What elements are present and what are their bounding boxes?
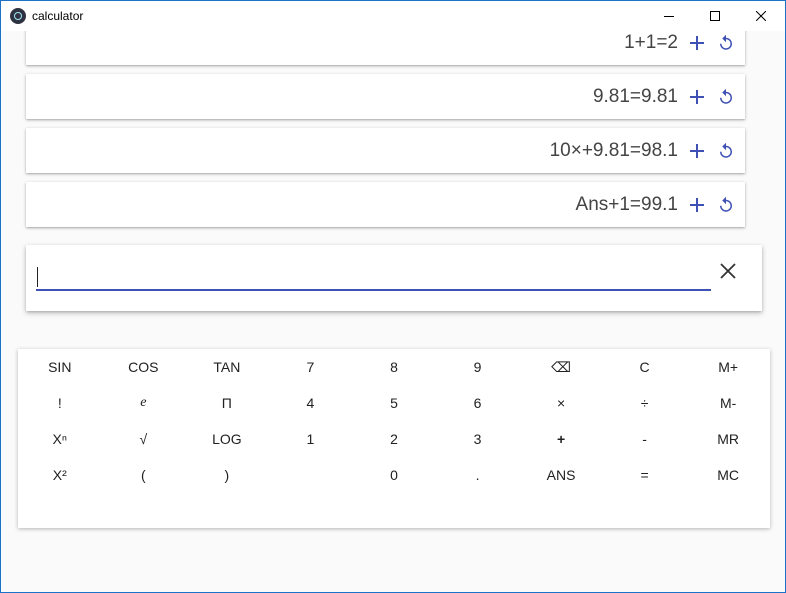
key-0[interactable]: 0: [352, 457, 436, 493]
keypad: SIN COS TAN 7 8 9 ⌫ C M+ ! e Π 4 5 6 × ÷…: [18, 349, 770, 528]
key-2[interactable]: 2: [352, 421, 436, 457]
history-item: 9.81=9.81: [26, 74, 745, 119]
expression-input[interactable]: [36, 261, 711, 291]
add-icon[interactable]: [686, 86, 708, 108]
key-ans[interactable]: ANS: [519, 457, 603, 493]
history-item: Ans+1=99.1: [26, 182, 745, 227]
key-decimal[interactable]: .: [436, 457, 520, 493]
key-square[interactable]: X²: [18, 457, 102, 493]
key-equals[interactable]: =: [603, 457, 687, 493]
key-memory-clear[interactable]: MC: [686, 457, 770, 493]
clear-input-button[interactable]: [716, 259, 740, 283]
key-log[interactable]: LOG: [185, 421, 269, 457]
key-5[interactable]: 5: [352, 385, 436, 421]
maximize-button[interactable]: [692, 1, 738, 31]
maximize-icon: [710, 11, 720, 21]
history-expression: Ans+1=99.1: [575, 193, 678, 215]
title-bar[interactable]: calculator: [1, 1, 785, 31]
key-3[interactable]: 3: [436, 421, 520, 457]
history-expression: 9.81=9.81: [592, 85, 678, 107]
key-factorial[interactable]: !: [18, 385, 102, 421]
main-content[interactable]: 1+1=2 9.81=9.81 10×+9.81=98.1 Ans+1=99.1…: [1, 31, 785, 592]
key-cos[interactable]: COS: [102, 349, 186, 385]
key-8[interactable]: 8: [352, 349, 436, 385]
key-clear[interactable]: C: [603, 349, 687, 385]
app-icon: [10, 8, 26, 24]
reuse-icon[interactable]: [715, 140, 737, 162]
key-e[interactable]: e: [102, 385, 186, 421]
key-sqrt[interactable]: √: [102, 421, 186, 457]
key-tan[interactable]: TAN: [185, 349, 269, 385]
key-power[interactable]: Xⁿ: [18, 421, 102, 457]
key-empty: [269, 457, 353, 493]
keypad-grid: SIN COS TAN 7 8 9 ⌫ C M+ ! e Π 4 5 6 × ÷…: [18, 349, 770, 493]
reuse-icon[interactable]: [715, 194, 737, 216]
key-multiply[interactable]: ×: [519, 385, 603, 421]
key-6[interactable]: 6: [436, 385, 520, 421]
key-memory-add[interactable]: M+: [686, 349, 770, 385]
history-item: 10×+9.81=98.1: [26, 128, 745, 173]
key-memory-recall[interactable]: MR: [686, 421, 770, 457]
history-expression: 1+1=2: [624, 31, 678, 53]
add-icon[interactable]: [686, 32, 708, 54]
key-pi[interactable]: Π: [185, 385, 269, 421]
key-memory-subtract[interactable]: M-: [686, 385, 770, 421]
key-open-paren[interactable]: (: [102, 457, 186, 493]
reuse-icon[interactable]: [715, 32, 737, 54]
history-item: 1+1=2: [26, 31, 745, 65]
close-icon: [756, 11, 766, 21]
window-title: calculator: [32, 9, 84, 23]
history-expression: 10×+9.81=98.1: [549, 139, 678, 161]
key-4[interactable]: 4: [269, 385, 353, 421]
close-button[interactable]: [738, 1, 784, 31]
key-7[interactable]: 7: [269, 349, 353, 385]
expression-input-card: [26, 245, 762, 311]
key-1[interactable]: 1: [269, 421, 353, 457]
key-backspace[interactable]: ⌫: [519, 349, 603, 385]
key-divide[interactable]: ÷: [603, 385, 687, 421]
key-9[interactable]: 9: [436, 349, 520, 385]
text-caret: [37, 267, 38, 287]
reuse-icon[interactable]: [715, 86, 737, 108]
clear-icon: [720, 263, 736, 279]
key-close-paren[interactable]: ): [185, 457, 269, 493]
add-icon[interactable]: [686, 194, 708, 216]
app-window: calculator 1+1=2 9.81=9.81 10×+9.81=98.1…: [0, 0, 786, 593]
minimize-button[interactable]: [646, 1, 692, 31]
add-icon[interactable]: [686, 140, 708, 162]
key-subtract[interactable]: -: [603, 421, 687, 457]
key-add[interactable]: +: [519, 421, 603, 457]
key-sin[interactable]: SIN: [18, 349, 102, 385]
minimize-icon: [664, 16, 674, 17]
